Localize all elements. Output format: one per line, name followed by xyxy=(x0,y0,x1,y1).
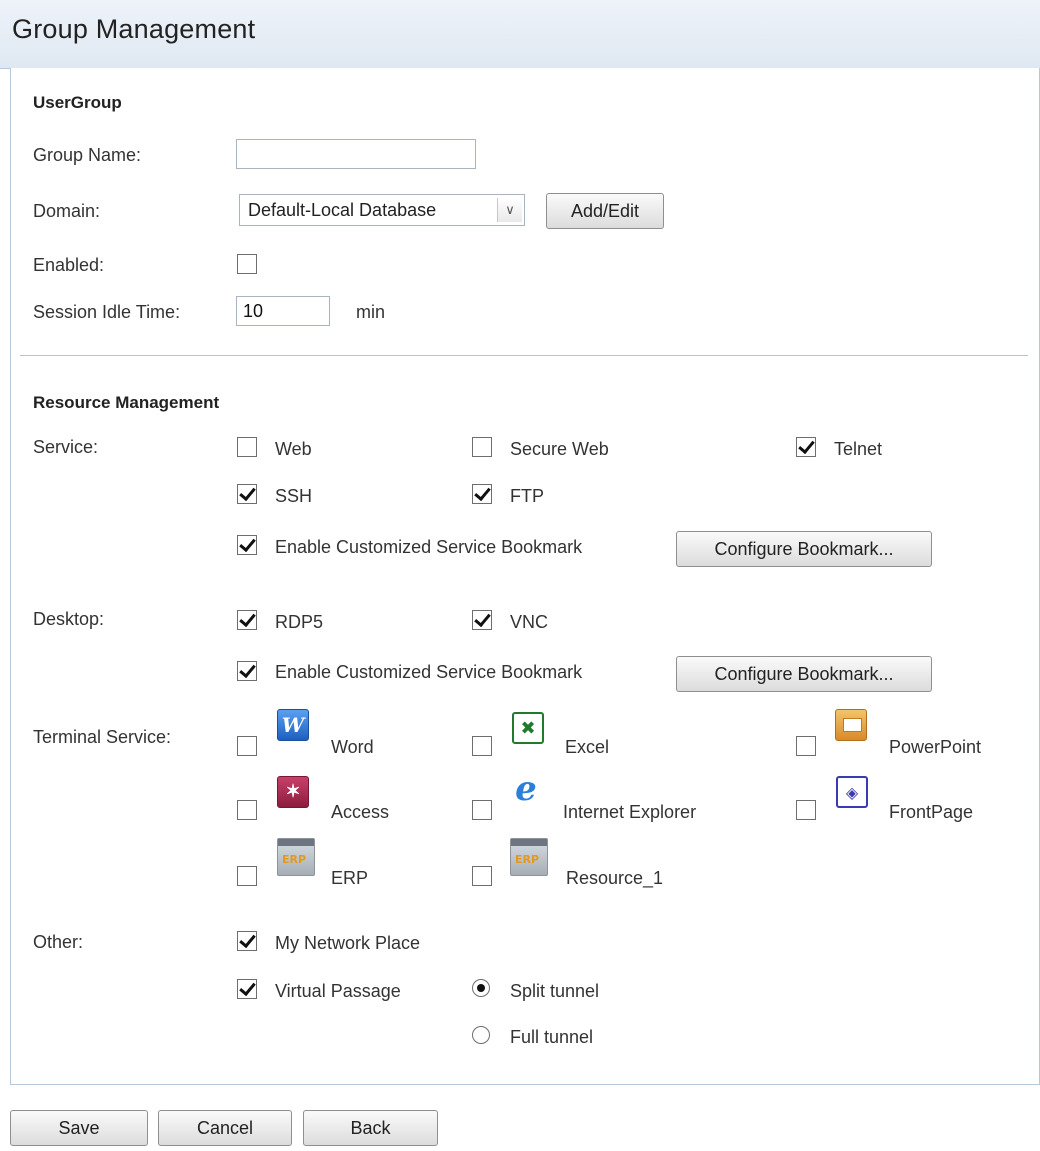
excel-icon: ✖ xyxy=(512,712,544,744)
back-button[interactable]: Back xyxy=(303,1110,438,1146)
erp-icon: ERP xyxy=(277,838,315,876)
service-ftp-label: FTP xyxy=(510,486,544,506)
group-management-page: Group Management UserGroup Group Name: D… xyxy=(0,0,1040,1151)
terminal-resource1-checkbox[interactable] xyxy=(472,866,492,886)
terminal-ie-label: Internet Explorer xyxy=(563,802,697,822)
section-divider xyxy=(20,355,1028,356)
terminal-ie-checkbox[interactable] xyxy=(472,800,492,820)
access-icon: ✶ xyxy=(277,776,309,808)
service-web-checkbox[interactable] xyxy=(237,437,257,457)
powerpoint-icon xyxy=(835,709,867,741)
form-panel xyxy=(10,68,1040,1085)
chevron-down-icon[interactable]: ∨ xyxy=(497,198,522,222)
terminal-word-checkbox[interactable] xyxy=(237,736,257,756)
split-tunnel-radio[interactable] xyxy=(472,979,490,997)
terminal-resource1-label: Resource_1 xyxy=(566,868,664,888)
service-ssh-checkbox[interactable] xyxy=(237,484,257,504)
terminal-frontpage-checkbox[interactable] xyxy=(796,800,816,820)
domain-select-value: Default-Local Database xyxy=(248,200,437,220)
page-title: Group Management xyxy=(12,14,256,44)
terminal-access-checkbox[interactable] xyxy=(237,800,257,820)
resource-management-section-title: Resource Management xyxy=(33,393,220,412)
desktop-configure-bookmark-button[interactable]: Configure Bookmark... xyxy=(676,656,932,692)
desktop-vnc-checkbox[interactable] xyxy=(472,610,492,630)
enabled-label: Enabled: xyxy=(33,255,105,275)
terminal-excel-label: Excel xyxy=(565,737,610,757)
internet-explorer-icon: e xyxy=(515,769,537,809)
terminal-powerpoint-label: PowerPoint xyxy=(889,737,982,757)
terminal-service-label: Terminal Service: xyxy=(33,727,172,747)
full-tunnel-radio[interactable] xyxy=(472,1026,490,1044)
terminal-access-label: Access xyxy=(331,802,390,822)
cancel-button[interactable]: Cancel xyxy=(158,1110,292,1146)
resource-1-icon: ERP xyxy=(510,838,548,876)
terminal-word-label: Word xyxy=(331,737,374,757)
service-web-label: Web xyxy=(275,439,312,459)
add-edit-button[interactable]: Add/Edit xyxy=(546,193,664,229)
desktop-bookmark-checkbox[interactable] xyxy=(237,661,257,681)
desktop-bookmark-label: Enable Customized Service Bookmark xyxy=(275,662,583,682)
service-ssh-label: SSH xyxy=(275,486,313,506)
desktop-label: Desktop: xyxy=(33,609,105,629)
service-label: Service: xyxy=(33,437,99,457)
service-configure-bookmark-button[interactable]: Configure Bookmark... xyxy=(676,531,932,567)
terminal-powerpoint-checkbox[interactable] xyxy=(796,736,816,756)
terminal-excel-checkbox[interactable] xyxy=(472,736,492,756)
usergroup-section-title: UserGroup xyxy=(33,93,122,112)
desktop-vnc-label: VNC xyxy=(510,612,549,632)
terminal-frontpage-label: FrontPage xyxy=(889,802,974,822)
group-name-label: Group Name: xyxy=(33,145,142,165)
desktop-rdp5-label: RDP5 xyxy=(275,612,324,632)
virtual-passage-checkbox[interactable] xyxy=(237,979,257,999)
domain-label: Domain: xyxy=(33,201,101,221)
session-idle-time-input[interactable] xyxy=(236,296,330,326)
service-telnet-checkbox[interactable] xyxy=(796,437,816,457)
session-idle-time-label: Session Idle Time: xyxy=(33,302,181,322)
terminal-erp-label: ERP xyxy=(331,868,369,888)
word-icon: W xyxy=(277,709,309,741)
full-tunnel-label: Full tunnel xyxy=(510,1027,594,1047)
desktop-rdp5-checkbox[interactable] xyxy=(237,610,257,630)
service-secure-web-checkbox[interactable] xyxy=(472,437,492,457)
domain-select[interactable]: Default-Local Database ∨ xyxy=(239,194,525,226)
service-telnet-label: Telnet xyxy=(834,439,883,459)
my-network-place-label: My Network Place xyxy=(275,933,421,953)
group-name-input[interactable] xyxy=(236,139,476,169)
service-bookmark-checkbox[interactable] xyxy=(237,535,257,555)
service-ftp-checkbox[interactable] xyxy=(472,484,492,504)
enabled-checkbox[interactable] xyxy=(237,254,257,274)
title-bar: Group Management xyxy=(0,0,1040,69)
service-secure-web-label: Secure Web xyxy=(510,439,609,459)
other-label: Other: xyxy=(33,932,84,952)
idle-unit-label: min xyxy=(356,302,386,322)
frontpage-icon: ◈ xyxy=(836,776,868,808)
virtual-passage-label: Virtual Passage xyxy=(275,981,401,1001)
terminal-erp-checkbox[interactable] xyxy=(237,866,257,886)
split-tunnel-label: Split tunnel xyxy=(510,981,600,1001)
service-bookmark-label: Enable Customized Service Bookmark xyxy=(275,537,583,557)
save-button[interactable]: Save xyxy=(10,1110,148,1146)
my-network-place-checkbox[interactable] xyxy=(237,931,257,951)
